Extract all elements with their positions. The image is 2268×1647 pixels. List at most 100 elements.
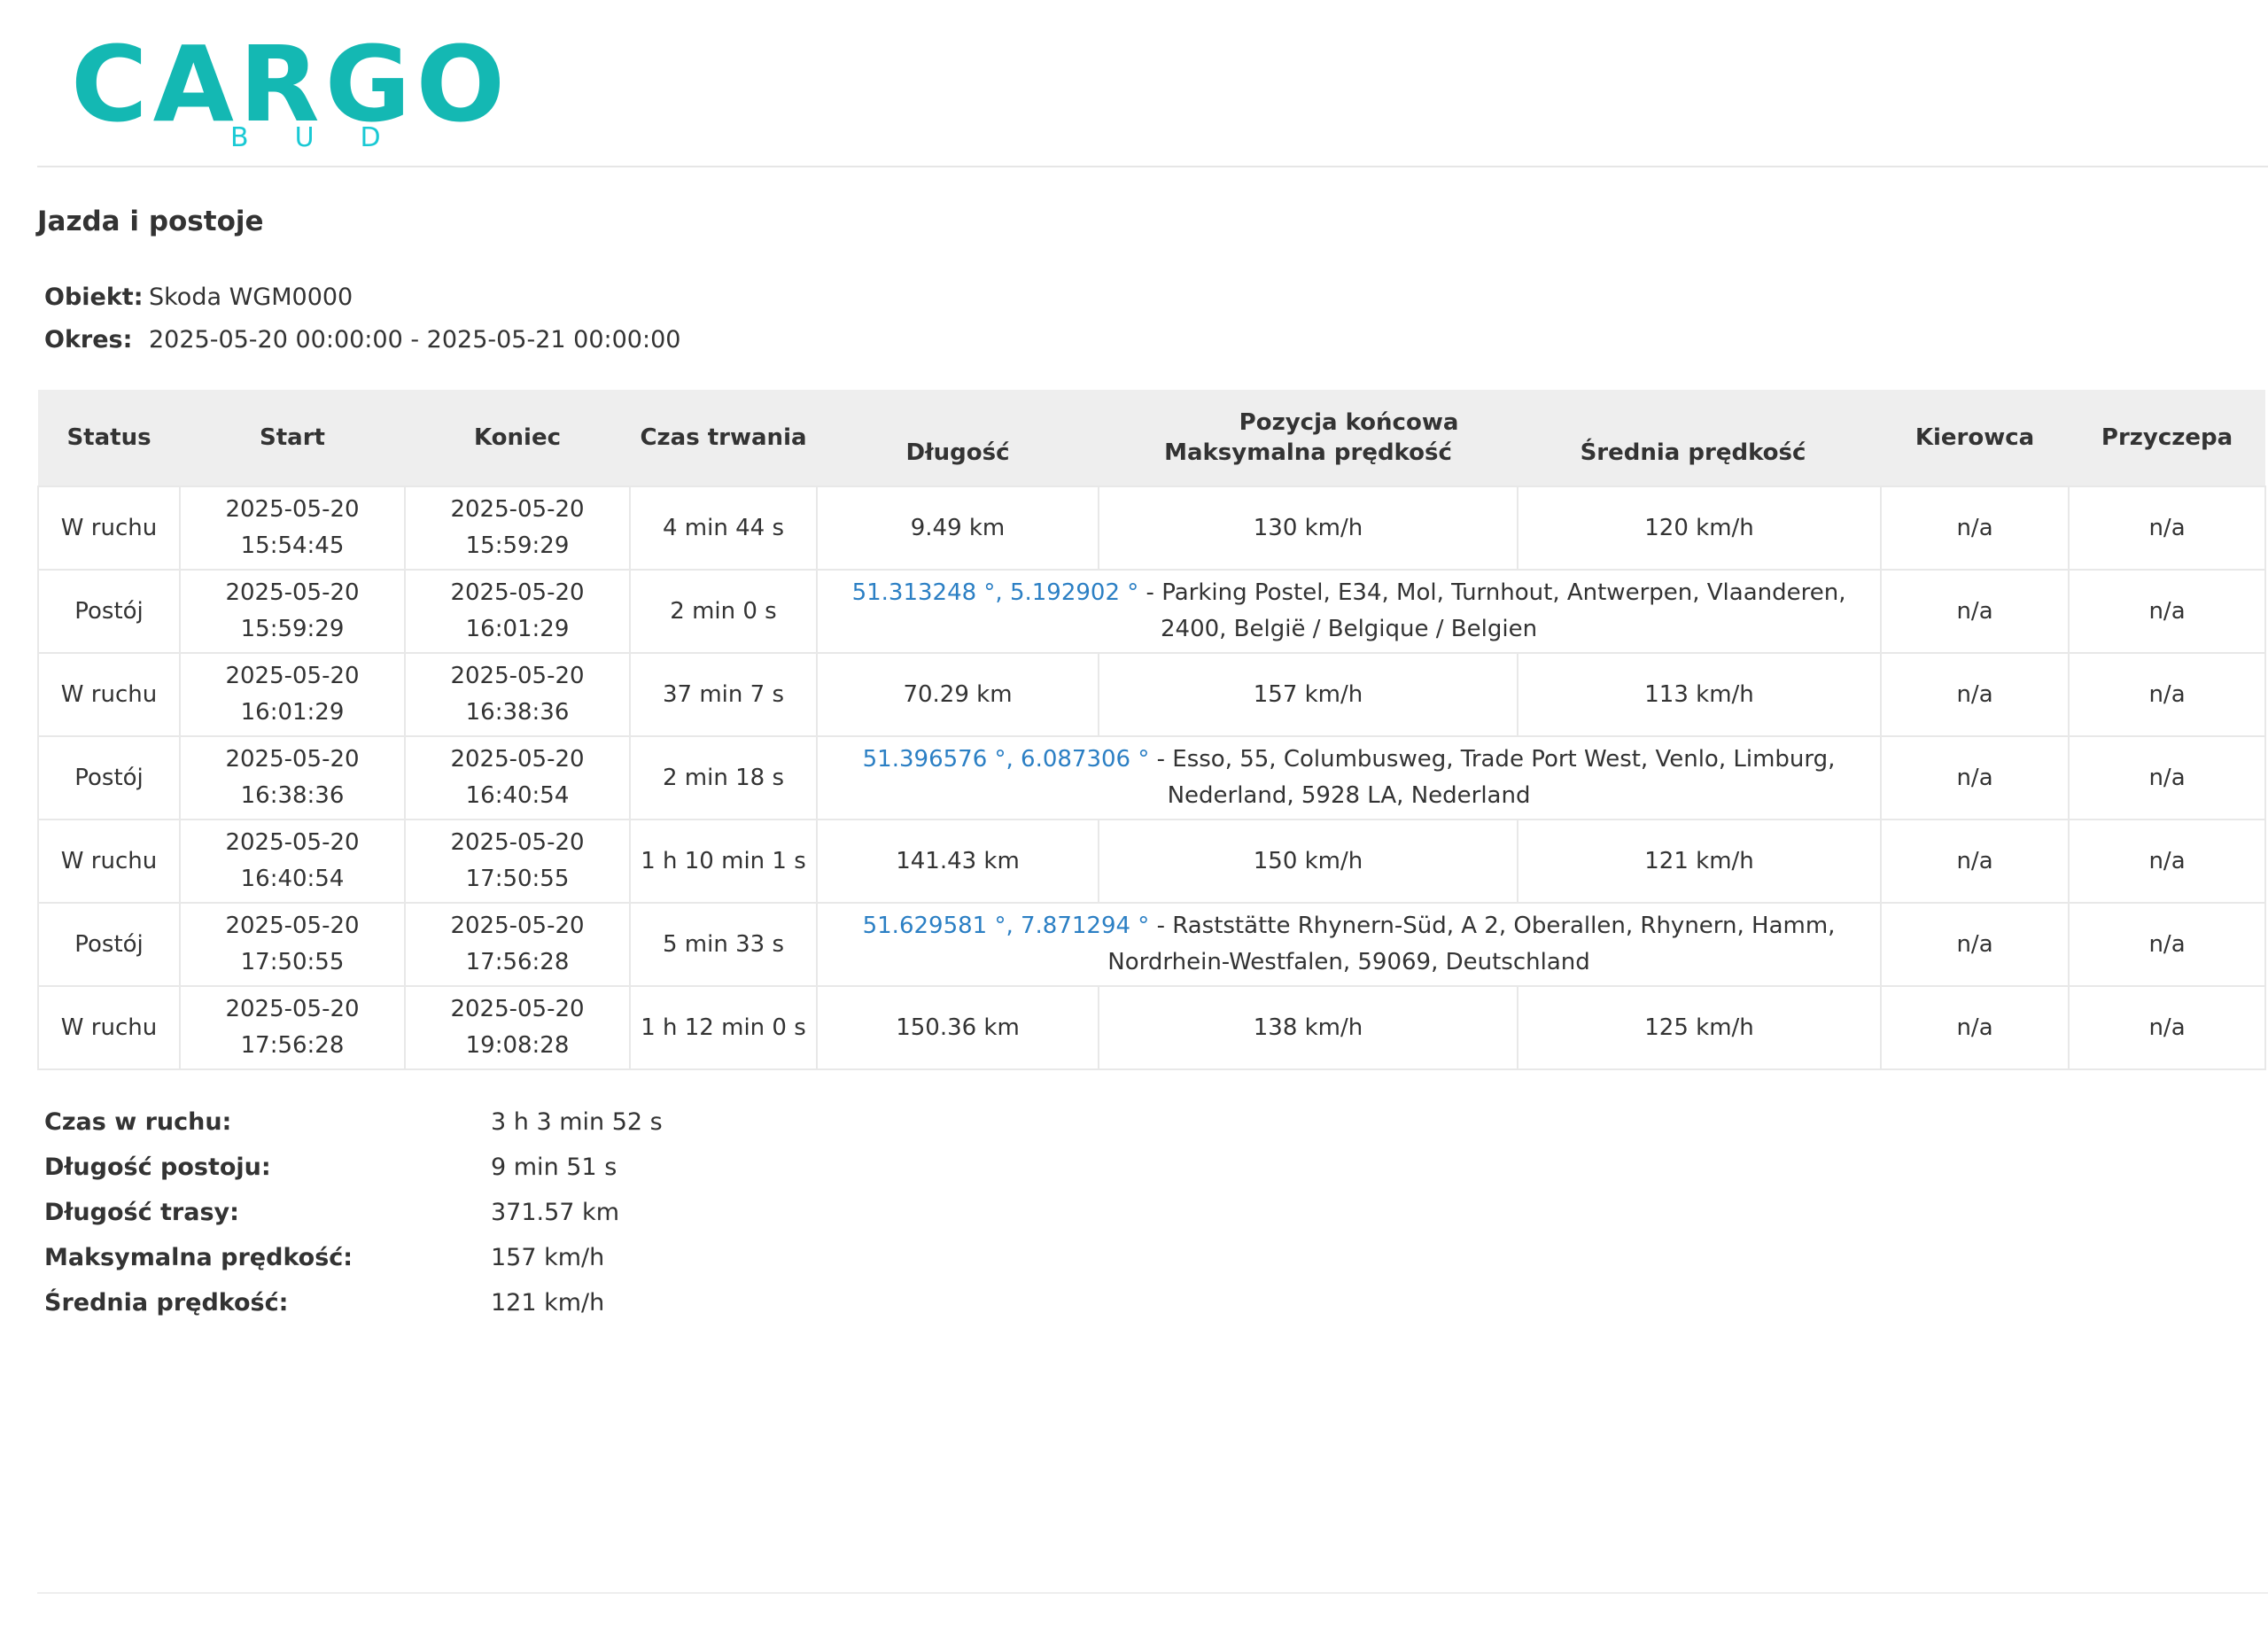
end-date: 2025-05-20 bbox=[450, 746, 585, 773]
period-line: Okres: 2025-05-20 00:00:00 - 2025-05-21 … bbox=[44, 324, 680, 356]
cell-max-speed: 150 km/h bbox=[1098, 819, 1518, 904]
cell-avg-speed: 125 km/h bbox=[1516, 985, 1883, 1070]
cell-end: 2025-05-20 16:38:36 bbox=[404, 652, 631, 737]
logo-word: CARGO bbox=[71, 23, 510, 145]
header-divider bbox=[37, 166, 2268, 167]
end-date: 2025-05-20 bbox=[450, 913, 585, 939]
cell-driver: n/a bbox=[1880, 569, 2070, 654]
cell-start: 2025-05-20 16:40:54 bbox=[179, 819, 406, 904]
summary-value: 121 km/h bbox=[491, 1289, 605, 1317]
footer-divider bbox=[37, 1592, 2268, 1594]
address-line-1: - Raststätte Rhynern-Süd, A 2, Oberallen… bbox=[1149, 913, 1836, 939]
cell-start: 2025-05-20 15:59:29 bbox=[179, 569, 406, 654]
start-date: 2025-05-20 bbox=[225, 913, 360, 939]
header-end: Koniec bbox=[405, 390, 630, 486]
end-time: 16:40:54 bbox=[465, 782, 570, 809]
cell-trailer: n/a bbox=[2068, 486, 2267, 571]
cell-max-speed: 157 km/h bbox=[1098, 652, 1518, 737]
cell-avg-speed: 120 km/h bbox=[1516, 486, 1883, 571]
coordinates-link[interactable]: 51.396576 °, 6.087306 ° bbox=[863, 746, 1150, 773]
header-max-speed: Maksymalna prędkość bbox=[1099, 439, 1518, 486]
cell-driver: n/a bbox=[1880, 819, 2070, 904]
address-line-2: Nordrhein-Westfalen, 59069, Deutschland bbox=[1107, 949, 1590, 975]
cell-driver: n/a bbox=[1880, 902, 2070, 987]
start-time: 16:38:36 bbox=[240, 782, 345, 809]
summary-value: 157 km/h bbox=[491, 1244, 605, 1271]
start-time: 17:56:28 bbox=[240, 1032, 345, 1059]
logo-sub: BUD bbox=[230, 122, 427, 153]
cell-driver: n/a bbox=[1880, 652, 2070, 737]
cell-driver: n/a bbox=[1880, 735, 2070, 820]
cell-status: Postój bbox=[37, 902, 181, 987]
cell-duration: 5 min 33 s bbox=[629, 902, 818, 987]
cell-position: 51.396576 °, 6.087306 ° - Esso, 55, Colu… bbox=[815, 735, 1883, 820]
cell-duration: 1 h 10 min 1 s bbox=[629, 819, 818, 904]
cell-end: 2025-05-20 15:59:29 bbox=[404, 486, 631, 571]
start-date: 2025-05-20 bbox=[225, 829, 360, 856]
address-line-2: Nederland, 5928 LA, Nederland bbox=[1167, 782, 1531, 809]
cell-duration: 2 min 0 s bbox=[629, 569, 818, 654]
report-page: CARGO BUD Jazda i postoje Obiekt: Skoda … bbox=[0, 0, 2268, 1647]
cell-length: 150.36 km bbox=[816, 985, 1099, 1070]
cell-duration: 4 min 44 s bbox=[629, 486, 818, 571]
end-time: 15:59:29 bbox=[465, 532, 570, 559]
cell-end: 2025-05-20 19:08:28 bbox=[404, 985, 631, 1070]
object-value: Skoda WGM0000 bbox=[149, 284, 353, 311]
cell-trailer: n/a bbox=[2068, 985, 2267, 1070]
coordinates-link[interactable]: 51.313248 °, 5.192902 ° bbox=[852, 579, 1139, 606]
cell-status: Postój bbox=[37, 569, 181, 654]
trips-table: Status Start Koniec Czas trwania Pozycja… bbox=[37, 390, 2267, 1070]
table-row: W ruchu 2025-05-20 15:54:45 2025-05-20 15:… bbox=[37, 486, 2267, 571]
header-trailer: Przyczepa bbox=[2069, 390, 2266, 486]
header-status: Status bbox=[38, 390, 180, 486]
end-date: 2025-05-20 bbox=[450, 829, 585, 856]
summary-label: Maksymalna prędkość: bbox=[44, 1244, 353, 1271]
cell-trailer: n/a bbox=[2068, 735, 2267, 820]
table-row: W ruchu 2025-05-20 16:40:54 2025-05-20 17:… bbox=[37, 819, 2267, 904]
summary-value: 9 min 51 s bbox=[491, 1154, 617, 1181]
cell-driver: n/a bbox=[1880, 486, 2070, 571]
summary-label: Długość postoju: bbox=[44, 1154, 271, 1181]
start-time: 17:50:55 bbox=[240, 949, 345, 975]
end-date: 2025-05-20 bbox=[450, 663, 585, 689]
cell-start: 2025-05-20 17:56:28 bbox=[179, 985, 406, 1070]
cell-max-speed: 138 km/h bbox=[1098, 985, 1518, 1070]
object-line: Obiekt: Skoda WGM0000 bbox=[44, 282, 353, 314]
cell-position: 51.313248 °, 5.192902 ° - Parking Postel… bbox=[815, 569, 1883, 654]
start-date: 2025-05-20 bbox=[225, 663, 360, 689]
summary-value: 3 h 3 min 52 s bbox=[491, 1108, 663, 1136]
cell-end: 2025-05-20 17:50:55 bbox=[404, 819, 631, 904]
summary-label: Długość trasy: bbox=[44, 1199, 239, 1226]
cell-duration: 37 min 7 s bbox=[629, 652, 818, 737]
start-date: 2025-05-20 bbox=[225, 996, 360, 1022]
period-value: 2025-05-20 00:00:00 - 2025-05-21 00:00:0… bbox=[149, 326, 681, 353]
end-time: 16:38:36 bbox=[465, 699, 570, 726]
end-time: 16:01:29 bbox=[465, 616, 570, 642]
cell-duration: 2 min 18 s bbox=[629, 735, 818, 820]
coordinates-link[interactable]: 51.629581 °, 7.871294 ° bbox=[863, 913, 1150, 939]
header-avg-speed: Średnia prędkość bbox=[1518, 439, 1868, 486]
page-title: Jazda i postoje bbox=[37, 206, 264, 237]
period-label: Okres: bbox=[44, 326, 133, 353]
table-row: W ruchu 2025-05-20 17:56:28 2025-05-20 19:… bbox=[37, 985, 2267, 1070]
address-line-1: - Parking Postel, E34, Mol, Turnhout, An… bbox=[1138, 579, 1846, 606]
start-date: 2025-05-20 bbox=[225, 579, 360, 606]
header-end-position: Pozycja końcowa bbox=[817, 390, 1882, 439]
cell-trailer: n/a bbox=[2068, 819, 2267, 904]
header-duration: Czas trwania bbox=[630, 390, 817, 486]
header-start: Start bbox=[180, 390, 405, 486]
end-date: 2025-05-20 bbox=[450, 579, 585, 606]
summary-label: Czas w ruchu: bbox=[44, 1108, 232, 1136]
cell-position: 51.629581 °, 7.871294 ° - Raststätte Rhy… bbox=[815, 902, 1883, 987]
object-label: Obiekt: bbox=[44, 284, 144, 311]
cell-length: 9.49 km bbox=[816, 486, 1099, 571]
cargo-bud-logo: CARGO BUD bbox=[71, 32, 540, 156]
table-row: Postój 2025-05-20 17:50:55 2025-05-20 17:5… bbox=[37, 902, 2267, 987]
cell-start: 2025-05-20 16:38:36 bbox=[179, 735, 406, 820]
summary-label: Średnia prędkość: bbox=[44, 1289, 289, 1317]
start-time: 16:40:54 bbox=[240, 866, 345, 892]
cell-status: Postój bbox=[37, 735, 181, 820]
address-line-1: - Esso, 55, Columbusweg, Trade Port West… bbox=[1149, 746, 1836, 773]
cell-trailer: n/a bbox=[2068, 569, 2267, 654]
table-row: Postój 2025-05-20 16:38:36 2025-05-20 16:4… bbox=[37, 735, 2267, 820]
